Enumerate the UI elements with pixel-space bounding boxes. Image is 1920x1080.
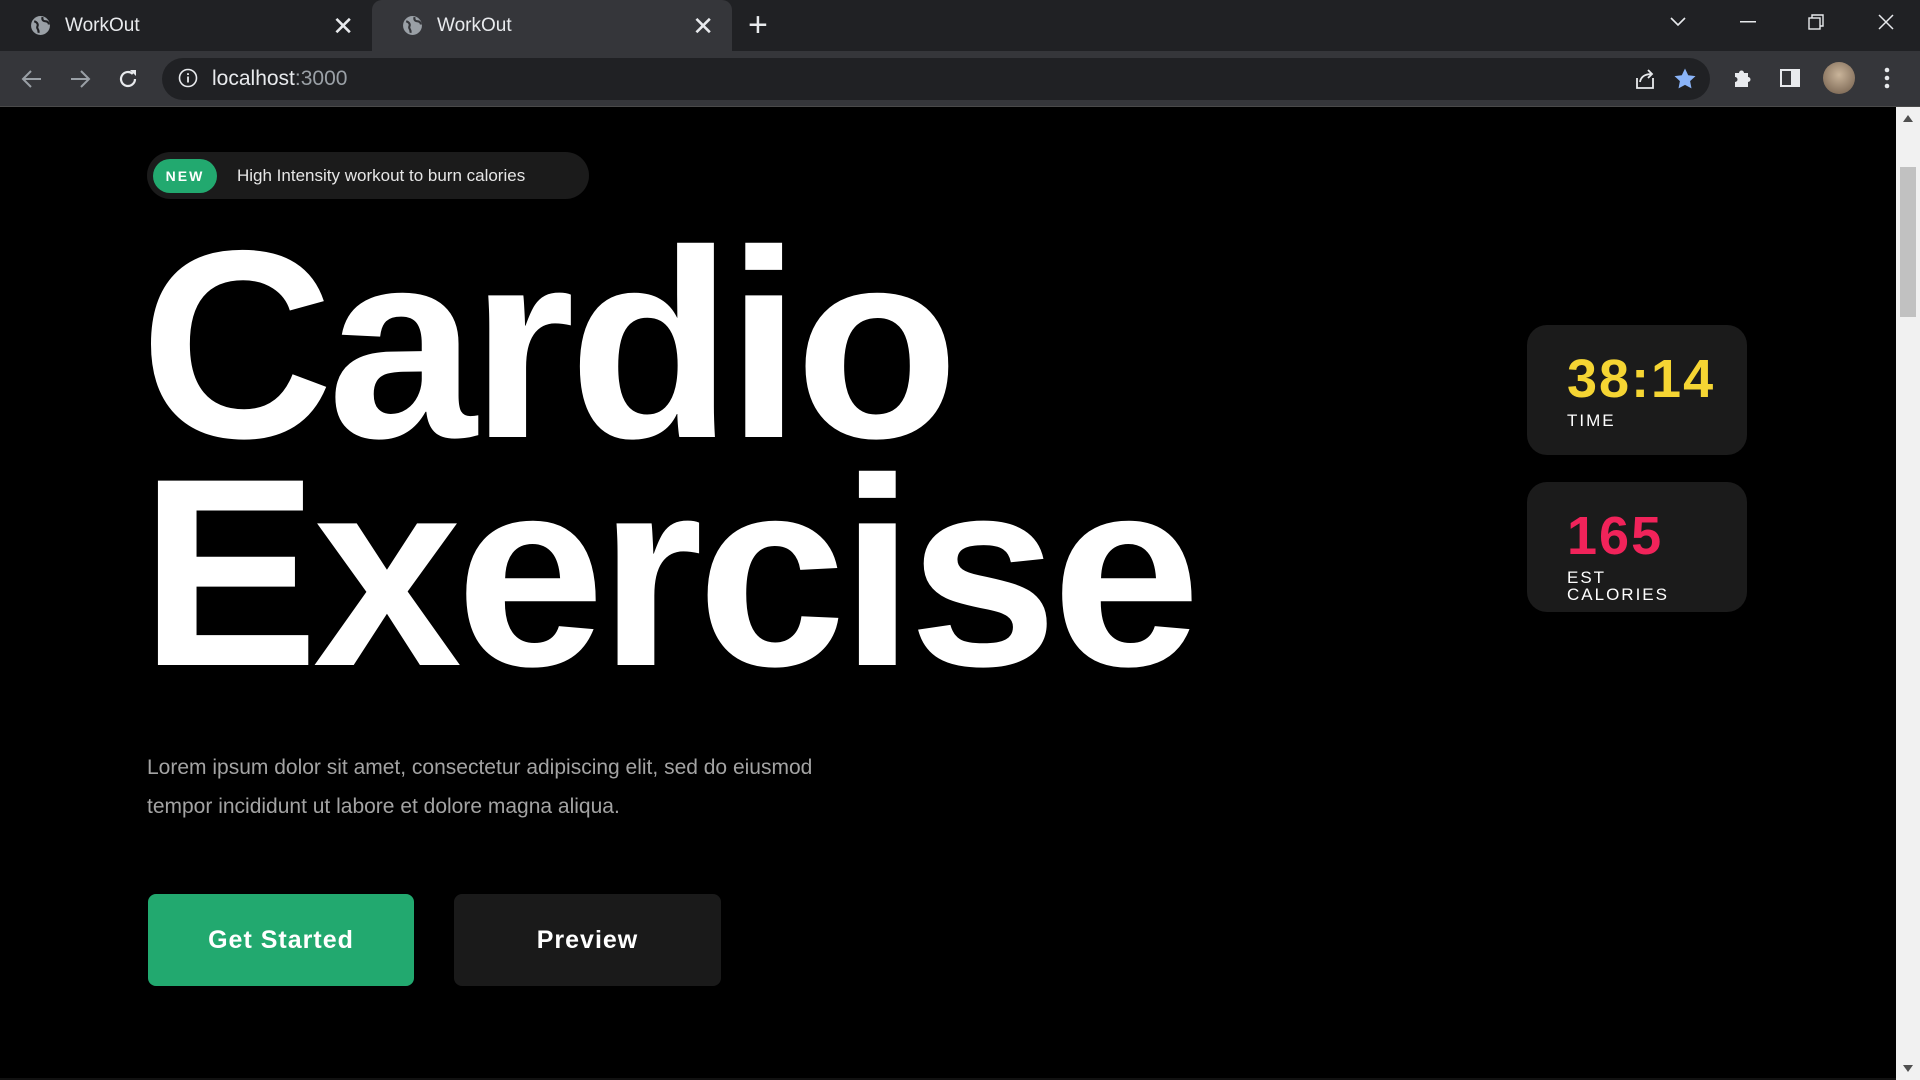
browser-tab[interactable]: WorkOut ✕ bbox=[0, 0, 372, 51]
tagline: High Intensity workout to burn calories bbox=[237, 165, 526, 185]
page-title: Cardio Exercise bbox=[140, 210, 1201, 706]
avatar-button[interactable] bbox=[1822, 61, 1856, 95]
close-icon[interactable]: ✕ bbox=[332, 13, 354, 39]
url-port: :3000 bbox=[294, 67, 348, 90]
share-icon[interactable] bbox=[1632, 66, 1658, 92]
puzzle-icon[interactable] bbox=[1726, 61, 1760, 95]
browser-tab-strip: WorkOut ✕ WorkOut ✕ + bbox=[0, 0, 1920, 51]
chevron-down-icon[interactable] bbox=[1648, 0, 1708, 44]
address-bar[interactable]: localhost:3000 bbox=[162, 58, 1710, 100]
url-text: localhost:3000 bbox=[212, 67, 347, 91]
browser-toolbar: localhost:3000 bbox=[0, 51, 1920, 106]
scroll-down-icon[interactable] bbox=[1903, 1065, 1913, 1072]
close-icon[interactable]: ✕ bbox=[692, 13, 714, 39]
browser-tab-active[interactable]: WorkOut ✕ bbox=[372, 0, 732, 51]
avatar bbox=[1823, 62, 1855, 94]
calories-label: EST CALORIES bbox=[1567, 568, 1669, 604]
url-host: localhost bbox=[212, 67, 295, 90]
hero-description: Lorem ipsum dolor sit amet, consectetur … bbox=[147, 748, 927, 826]
scrollbar-thumb[interactable] bbox=[1900, 167, 1916, 317]
description-line-1: Lorem ipsum dolor sit amet, consectetur … bbox=[147, 756, 813, 779]
restore-icon[interactable] bbox=[1786, 0, 1846, 44]
time-label: TIME bbox=[1567, 411, 1616, 430]
star-icon[interactable] bbox=[1672, 66, 1698, 92]
back-arrow-icon[interactable] bbox=[12, 59, 52, 99]
globe-icon bbox=[402, 15, 423, 36]
more-vert-icon[interactable] bbox=[1870, 61, 1904, 95]
time-stat-card: 38:14 TIME bbox=[1527, 325, 1747, 455]
description-line-2: tempor incididunt ut labore et dolore ma… bbox=[147, 795, 620, 818]
side-panel-icon[interactable] bbox=[1773, 61, 1807, 95]
globe-icon bbox=[30, 15, 51, 36]
announcement-pill: NEW High Intensity workout to burn calor… bbox=[147, 152, 589, 199]
headline-line-2: Exercise bbox=[140, 422, 1201, 722]
get-started-button[interactable]: Get Started bbox=[148, 894, 414, 986]
info-icon[interactable] bbox=[178, 68, 198, 93]
page-scrollbar[interactable] bbox=[1896, 107, 1920, 1080]
reload-icon[interactable] bbox=[108, 59, 148, 99]
new-badge: NEW bbox=[153, 158, 217, 193]
minimize-icon[interactable] bbox=[1718, 0, 1778, 44]
preview-button[interactable]: Preview bbox=[454, 894, 721, 986]
calories-value: 165 bbox=[1567, 506, 1664, 566]
tab-title: WorkOut bbox=[65, 14, 140, 36]
plus-icon[interactable]: + bbox=[748, 6, 768, 45]
tab-title: WorkOut bbox=[437, 14, 512, 36]
calories-stat-card: 165 EST CALORIES bbox=[1527, 482, 1747, 612]
toolbar-divider bbox=[0, 106, 1920, 107]
scroll-up-icon[interactable] bbox=[1903, 115, 1913, 122]
forward-arrow-icon[interactable] bbox=[60, 59, 100, 99]
time-value: 38:14 bbox=[1567, 349, 1716, 409]
close-window-icon[interactable] bbox=[1856, 0, 1916, 44]
